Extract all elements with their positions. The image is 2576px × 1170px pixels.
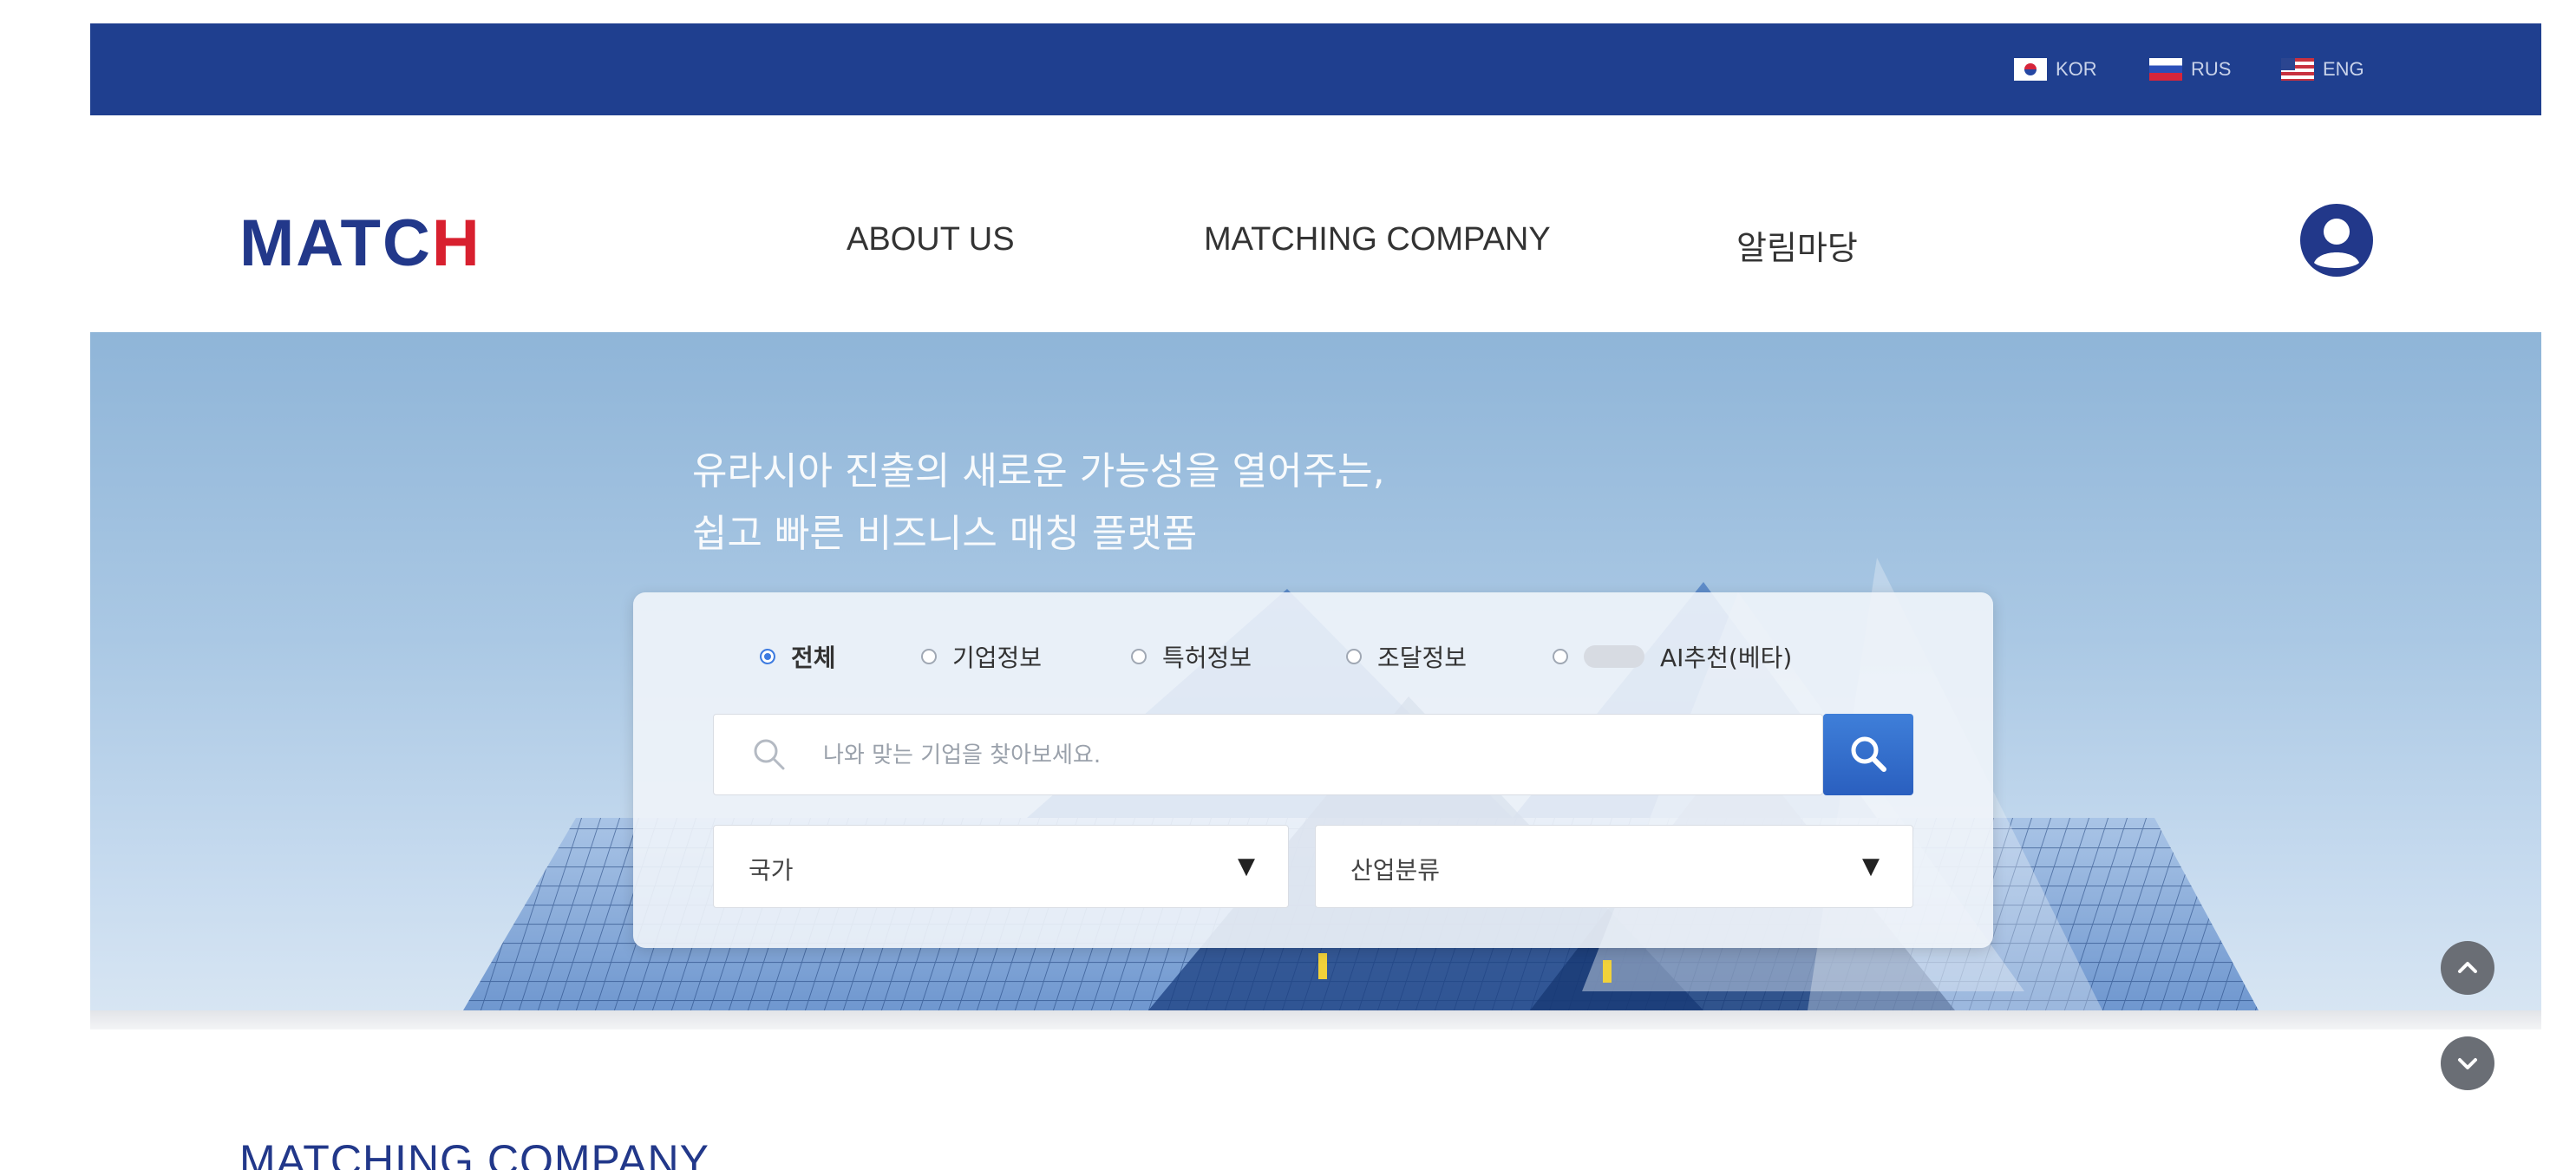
search-icon	[754, 739, 785, 770]
hero-tagline-line2: 쉽고 빠른 비즈니스 매칭 플랫폼	[692, 512, 1198, 556]
language-rus-link[interactable]: RUS	[2149, 55, 2231, 84]
usa-flag-icon	[2281, 58, 2314, 81]
radio-selected-icon	[760, 649, 775, 664]
filter-patent-radio[interactable]: 특허정보	[1131, 639, 1252, 674]
logo-text: MATC	[239, 206, 432, 280]
triangle-down-icon: ▼	[1238, 853, 1255, 879]
search-panel: 전체 기업정보 특허정보 조달정보 AI추천(베타) 나와 맞는 기업을 찾아보…	[633, 592, 1993, 948]
radio-unselected-icon	[1131, 649, 1147, 664]
industry-select-value: 산업분류	[1350, 856, 1441, 885]
country-select[interactable]: 국가 ▼	[713, 825, 1289, 908]
site-logo[interactable]: MATC H	[239, 204, 481, 282]
logo-accent: H	[431, 206, 481, 280]
language-rus-label: RUS	[2191, 58, 2232, 80]
russia-flag-icon	[2149, 58, 2182, 81]
filter-company-radio[interactable]: 기업정보	[921, 639, 1042, 674]
hero-banner: 유라시아 진출의 새로운 가능성을 열어주는, 쉽고 빠른 비즈니스 매칭 플랫…	[90, 332, 2541, 1010]
filter-ai-radio[interactable]: AI추천(베타)	[1553, 639, 1792, 674]
filter-company-label: 기업정보	[952, 644, 1043, 672]
search-filter-group: 전체 기업정보 특허정보 조달정보 AI추천(베타)	[633, 631, 1993, 683]
search-input[interactable]	[823, 732, 1777, 779]
language-eng-link[interactable]: ENG	[2281, 55, 2364, 84]
language-eng-label: ENG	[2323, 58, 2364, 80]
filter-all-label: 전체	[791, 644, 836, 672]
filter-procurement-label: 조달정보	[1377, 644, 1468, 672]
filter-all-radio[interactable]: 전체	[760, 639, 836, 674]
country-select-value: 국가	[749, 856, 794, 885]
filter-ai-label: AI추천(베타)	[1660, 644, 1793, 672]
scroll-bottom-button[interactable]	[2441, 1036, 2494, 1090]
scroll-top-button[interactable]	[2441, 941, 2494, 995]
section-title: MATCHING COMPANY	[239, 1136, 709, 1170]
section-divider	[90, 1010, 2541, 1029]
user-circle-icon[interactable]	[2295, 199, 2378, 282]
nav-about-us[interactable]: ABOUT US	[847, 221, 1015, 258]
page-frame: KOR RUS ENG MATC H ABOUT US MATCHING COMP…	[90, 23, 2541, 1170]
search-button[interactable]	[1823, 714, 1913, 795]
triangle-down-icon: ▼	[1862, 853, 1880, 879]
hero-tagline-line1: 유라시아 진출의 새로운 가능성을 열어주는,	[692, 449, 1385, 493]
search-icon	[1851, 736, 1886, 772]
language-bar: KOR RUS ENG	[90, 23, 2541, 115]
ai-toggle-icon	[1584, 645, 1644, 668]
filter-patent-label: 특허정보	[1162, 644, 1252, 672]
nav-notice-board[interactable]: 알림마당	[1736, 221, 1858, 269]
site-header: MATC H ABOUT US MATCHING COMPANY 알림마당	[90, 115, 2541, 332]
filter-procurement-radio[interactable]: 조달정보	[1346, 639, 1467, 674]
radio-unselected-icon	[1553, 649, 1568, 664]
chevron-down-icon	[2458, 1058, 2477, 1069]
radio-unselected-icon	[921, 649, 937, 664]
chevron-up-icon	[2458, 962, 2477, 973]
search-box	[713, 714, 1823, 795]
industry-select[interactable]: 산업분류 ▼	[1315, 825, 1913, 908]
language-kor-label: KOR	[2056, 58, 2097, 80]
radio-unselected-icon	[1346, 649, 1362, 664]
korea-flag-icon	[2014, 58, 2047, 81]
nav-matching-company[interactable]: MATCHING COMPANY	[1204, 221, 1551, 258]
language-kor-link[interactable]: KOR	[2014, 55, 2097, 84]
